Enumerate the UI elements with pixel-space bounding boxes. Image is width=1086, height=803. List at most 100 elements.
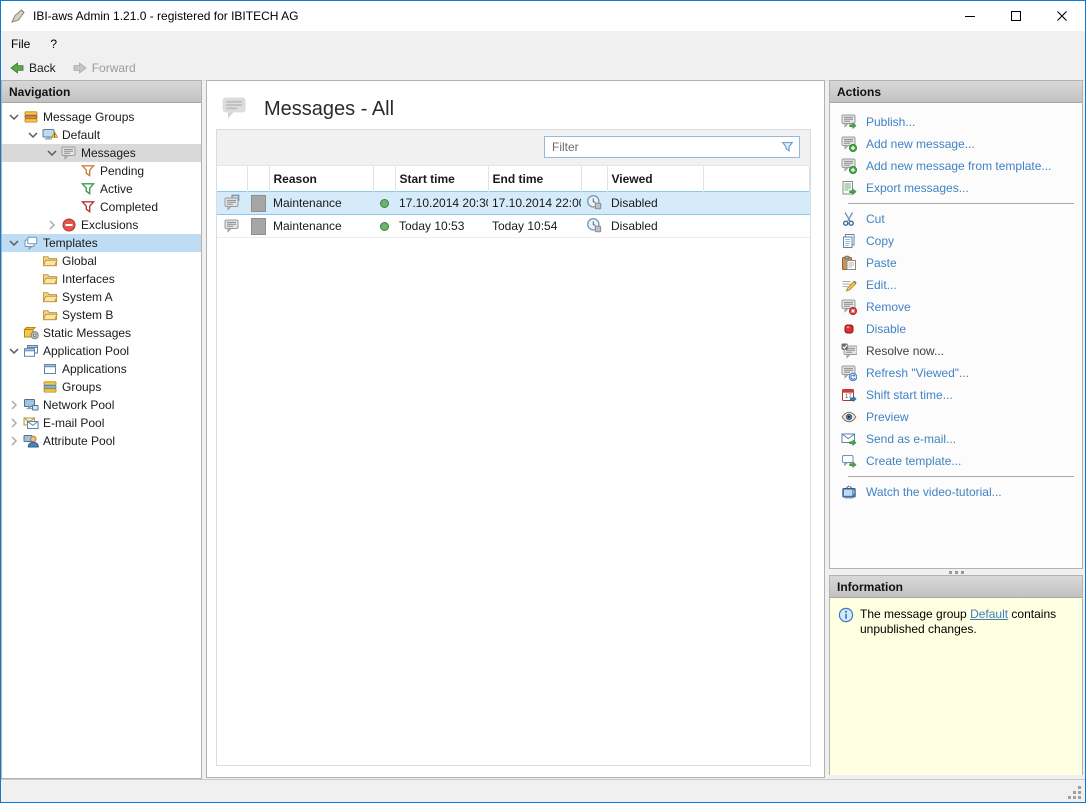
action-label: Watch the video-tutorial...: [866, 485, 1002, 499]
tree-item-templates[interactable]: Templates: [2, 234, 201, 252]
close-button[interactable]: [1039, 1, 1085, 31]
column-header-end-time[interactable]: End time: [488, 166, 582, 192]
window-icon: [41, 361, 58, 377]
chevron-right-icon[interactable]: [44, 217, 60, 233]
action-publish[interactable]: Publish...: [830, 111, 1082, 133]
chevron-right-icon[interactable]: [6, 415, 22, 431]
viewed-cell: Disabled: [611, 196, 658, 210]
action-label: Copy: [866, 234, 895, 248]
filter-input[interactable]: [545, 140, 778, 154]
tree-item-label: Completed: [100, 200, 159, 214]
tree-item-interfaces[interactable]: Interfaces: [2, 270, 201, 288]
tree-item-applications[interactable]: Applications: [2, 360, 201, 378]
forward-button[interactable]: Forward: [64, 58, 144, 78]
chevron-right-icon[interactable]: [6, 397, 22, 413]
back-button[interactable]: Back: [1, 58, 64, 78]
message-row[interactable]: Maintenance 17.10.2014 20:30 17.10.2014 22…: [217, 191, 810, 215]
action-add-new-message[interactable]: Add new message...: [830, 133, 1082, 155]
title-bar: IBI-aws Admin 1.21.0 - registered for IB…: [1, 1, 1085, 31]
information-text: The message group Default contains unpub…: [860, 607, 1074, 775]
tree-item-pending[interactable]: Pending: [2, 162, 201, 180]
column-header-blank[interactable]: [247, 166, 270, 192]
network-icon: [22, 397, 39, 413]
column-header-reason[interactable]: Reason: [269, 166, 374, 192]
action-label: Export messages...: [866, 181, 969, 195]
default-group-link[interactable]: Default: [970, 607, 1008, 621]
resize-grip[interactable]: [1068, 786, 1081, 799]
window-title: IBI-aws Admin 1.21.0 - registered for IB…: [33, 9, 299, 23]
tree-item-system-a[interactable]: System A: [2, 288, 201, 306]
action-remove[interactable]: Remove: [830, 296, 1082, 318]
app-pool-icon: [22, 343, 39, 359]
menu-help[interactable]: ?: [40, 33, 67, 55]
tree-item-active[interactable]: Active: [2, 180, 201, 198]
tree-item-label: Interfaces: [62, 272, 115, 286]
tree-item-e-mail-pool[interactable]: E-mail Pool: [2, 414, 201, 432]
edit-icon: [840, 277, 857, 293]
tree-item-label: System B: [62, 308, 114, 322]
action-copy[interactable]: Copy: [830, 230, 1082, 252]
message-groups-icon: [22, 109, 39, 125]
action-label: Remove: [866, 300, 911, 314]
tree-item-static-messages[interactable]: Static Messages: [2, 324, 201, 342]
tree-item-label: Static Messages: [43, 326, 132, 340]
status-dot-green: [379, 199, 389, 209]
tree-item-message-groups[interactable]: Message Groups: [2, 108, 201, 126]
action-preview[interactable]: Preview: [830, 406, 1082, 428]
tree-item-attribute-pool[interactable]: Attribute Pool: [2, 432, 201, 450]
folder-icon: [41, 289, 58, 305]
tree-item-application-pool[interactable]: Application Pool: [2, 342, 201, 360]
information-header: Information: [830, 576, 1082, 598]
action-cut[interactable]: Cut: [830, 208, 1082, 230]
paste-icon: [840, 255, 857, 271]
tree-item-messages[interactable]: Messages: [2, 144, 201, 162]
action-watch-the-video-tutorial[interactable]: Watch the video-tutorial...: [830, 481, 1082, 503]
action-resolve-now[interactable]: Resolve now...: [830, 340, 1082, 362]
navigation-header: Navigation: [2, 81, 201, 103]
chevron-down-icon[interactable]: [6, 109, 22, 125]
filter-funnel-icon[interactable]: [778, 139, 796, 155]
action-export-messages[interactable]: Export messages...: [830, 177, 1082, 199]
tree-item-system-b[interactable]: System B: [2, 306, 201, 324]
chevron-down-icon[interactable]: [44, 145, 60, 161]
tree-item-network-pool[interactable]: Network Pool: [2, 396, 201, 414]
action-add-new-message-from-template[interactable]: Add new message from template...: [830, 155, 1082, 177]
action-edit[interactable]: Edit...: [830, 274, 1082, 296]
chevron-right-icon[interactable]: [6, 433, 22, 449]
action-disable[interactable]: Disable: [830, 318, 1082, 340]
action-shift-start-time[interactable]: 17 Shift start time...: [830, 384, 1082, 406]
column-header-blank[interactable]: [373, 166, 396, 192]
publish-icon: [840, 114, 857, 130]
column-header-blank[interactable]: [703, 166, 810, 192]
menu-file[interactable]: File: [1, 33, 40, 55]
app-icon: [9, 7, 27, 25]
tree-item-groups[interactable]: Groups: [2, 378, 201, 396]
message-bubble-icon: [220, 94, 250, 125]
minimize-icon: [965, 16, 975, 17]
action-refresh-viewed[interactable]: Refresh "Viewed"...: [830, 362, 1082, 384]
table-header-row[interactable]: Reason Start time End time Viewed: [217, 166, 810, 192]
send-email-icon: [840, 431, 857, 447]
chevron-down-icon[interactable]: [25, 127, 41, 143]
action-create-template[interactable]: Create template...: [830, 450, 1082, 472]
action-send-as-e-mail[interactable]: Send as e-mail...: [830, 428, 1082, 450]
column-header-blank[interactable]: [217, 166, 248, 192]
message-row[interactable]: Maintenance Today 10:53 Today 10:54 Disable…: [217, 215, 810, 238]
funnel-green-icon: [79, 181, 96, 197]
chevron-down-icon[interactable]: [6, 235, 22, 251]
tree-item-completed[interactable]: Completed: [2, 198, 201, 216]
chevron-down-icon[interactable]: [6, 343, 22, 359]
maximize-button[interactable]: [993, 1, 1039, 31]
tree-item-default[interactable]: Default: [2, 126, 201, 144]
column-header-blank[interactable]: [581, 166, 608, 192]
tree-item-global[interactable]: Global: [2, 252, 201, 270]
action-paste[interactable]: Paste: [830, 252, 1082, 274]
tree-item-exclusions[interactable]: Exclusions: [2, 216, 201, 234]
info-icon: [838, 607, 854, 775]
column-header-start-time[interactable]: Start time: [395, 166, 489, 192]
minimize-button[interactable]: [947, 1, 993, 31]
column-header-viewed[interactable]: Viewed: [607, 166, 704, 192]
